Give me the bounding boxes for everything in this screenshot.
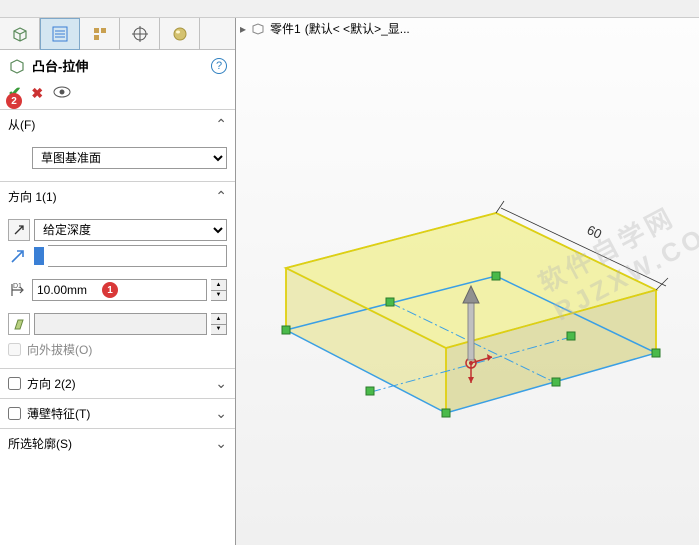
cube-icon xyxy=(11,25,29,43)
depth-spinner[interactable]: ▲▼ xyxy=(211,279,227,301)
extrude-icon xyxy=(8,57,26,75)
config-icon xyxy=(91,25,109,43)
draft-outward-label: 向外拔模(O) xyxy=(27,341,92,358)
chevron-up-icon: ⌃ xyxy=(215,188,227,205)
step-badge-1: 1 xyxy=(102,282,118,298)
contours-label: 所选轮廓(S) xyxy=(8,435,72,452)
tab-config[interactable] xyxy=(80,18,120,50)
reverse-icon xyxy=(12,223,26,237)
section-from-header[interactable]: 从(F) ⌃ xyxy=(0,110,235,139)
section-contours-header[interactable]: 所选轮廓(S) ⌄ xyxy=(0,429,235,458)
thin-checkbox[interactable] xyxy=(8,407,21,420)
panel-tabs xyxy=(0,18,235,50)
tab-appearance[interactable] xyxy=(160,18,200,50)
draft-button[interactable] xyxy=(8,313,30,335)
help-button[interactable]: ? xyxy=(211,58,227,74)
thin-label: 薄壁特征(T) xyxy=(27,405,90,422)
dir2-label: 方向 2(2) xyxy=(27,375,76,392)
draft-icon xyxy=(12,317,26,331)
chevron-down-icon: ⌄ xyxy=(215,435,227,452)
dir2-checkbox[interactable] xyxy=(8,377,21,390)
draft-outward-checkbox xyxy=(8,343,21,356)
feature-title: 凸台-拉伸 xyxy=(32,56,88,75)
depth-icon: D1 xyxy=(8,280,28,300)
svg-text:60: 60 xyxy=(585,222,604,242)
cancel-button[interactable]: ✖ xyxy=(31,85,43,102)
direction-field[interactable] xyxy=(48,245,227,267)
chevron-down-icon: ⌄ xyxy=(215,375,227,392)
direction-arrow-icon xyxy=(8,246,28,266)
sphere-icon xyxy=(171,25,189,43)
from-label: 从(F) xyxy=(8,116,35,133)
step-badge-2: 2 xyxy=(6,93,22,109)
model-canvas: 60 xyxy=(236,18,699,545)
section-dir2-header[interactable]: 方向 2(2) ⌄ xyxy=(0,369,235,398)
dir1-label: 方向 1(1) xyxy=(8,188,57,205)
tab-features[interactable] xyxy=(0,18,40,50)
end-condition-select[interactable]: 给定深度 xyxy=(34,219,227,241)
chevron-up-icon: ⌃ xyxy=(215,116,227,133)
reverse-direction-button[interactable] xyxy=(8,219,30,241)
chevron-down-icon: ⌄ xyxy=(215,405,227,422)
tab-property-manager[interactable] xyxy=(40,18,80,50)
svg-text:D1: D1 xyxy=(13,283,22,290)
section-dir1-header[interactable]: 方向 1(1) ⌃ xyxy=(0,182,235,211)
target-icon xyxy=(131,25,149,43)
preview-button[interactable] xyxy=(53,85,71,101)
draft-spinner[interactable]: ▲▼ xyxy=(211,313,227,335)
depth-input[interactable] xyxy=(32,279,207,301)
tab-dim[interactable] xyxy=(120,18,160,50)
viewport[interactable]: ▸ 零件1 (默认< <默认>_显... xyxy=(236,18,699,545)
from-select[interactable]: 草图基准面 xyxy=(32,147,227,169)
list-icon xyxy=(51,25,69,43)
section-thin-header[interactable]: 薄壁特征(T) ⌄ xyxy=(0,399,235,428)
direction-preview xyxy=(34,247,44,265)
draft-angle-input[interactable] xyxy=(34,313,207,335)
